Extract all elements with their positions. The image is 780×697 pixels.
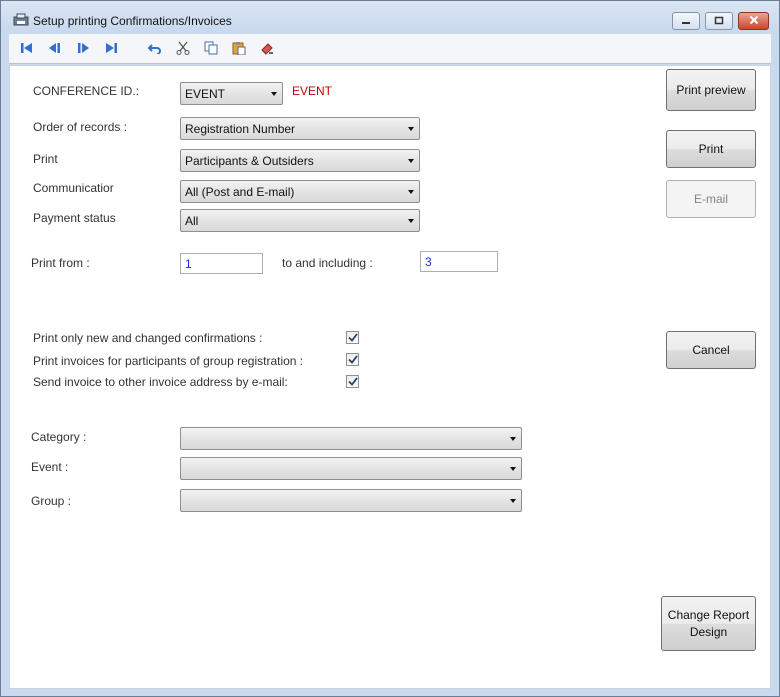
order-of-records-value: Registration Number	[185, 122, 296, 136]
change-report-design-button[interactable]: Change Report Design	[661, 596, 756, 651]
print-button[interactable]: Print	[666, 130, 756, 168]
first-record-icon	[20, 42, 34, 57]
chevron-down-icon	[510, 467, 516, 471]
paste-button[interactable]	[231, 41, 247, 57]
paste-icon	[232, 41, 246, 58]
checkmark-icon	[347, 353, 358, 367]
chevron-down-icon	[408, 127, 414, 131]
communication-value: All (Post and E-mail)	[185, 185, 295, 199]
payment-status-value: All	[185, 214, 199, 228]
checkmark-icon	[347, 375, 358, 389]
first-record-button[interactable]	[19, 41, 35, 57]
order-of-records-select[interactable]: Registration Number	[180, 117, 420, 140]
cut-button[interactable]	[175, 41, 191, 57]
group-select[interactable]	[180, 489, 522, 512]
previous-record-icon	[48, 42, 62, 57]
cut-icon	[176, 41, 190, 58]
checkbox-new-changed-label: Print only new and changed confirmations…	[33, 331, 263, 345]
to-including-label: to and including :	[282, 256, 373, 270]
dialog-window: Setup printing Confirmations/Invoices CO…	[0, 0, 780, 697]
minimize-icon	[681, 14, 691, 28]
form-area: CONFERENCE ID.: EVENT EVENT Order of rec…	[9, 65, 771, 689]
print-select[interactable]: Participants & Outsiders	[180, 149, 420, 172]
checkbox-email-invoice-label: Send invoice to other invoice address by…	[33, 375, 288, 389]
checkbox-group-invoices-label: Print invoices for participants of group…	[33, 354, 304, 368]
communication-label: Communicatior	[33, 181, 114, 195]
last-record-icon	[104, 42, 118, 57]
conference-id-select[interactable]: EVENT	[180, 82, 283, 105]
print-from-label: Print from :	[31, 256, 90, 270]
group-label: Group :	[31, 494, 72, 508]
last-record-button[interactable]	[103, 41, 119, 57]
eraser-icon	[260, 41, 274, 58]
minimize-button[interactable]	[672, 12, 700, 30]
chevron-down-icon	[510, 499, 516, 503]
to-including-input[interactable]: 3	[420, 251, 498, 272]
undo-button[interactable]	[147, 41, 163, 57]
checkmark-icon	[347, 331, 358, 345]
email-button[interactable]: E-mail	[666, 180, 756, 218]
event-select[interactable]	[180, 457, 522, 480]
eraser-button[interactable]	[259, 41, 275, 57]
category-select[interactable]	[180, 427, 522, 450]
copy-icon	[204, 41, 218, 58]
conference-id-display: EVENT	[292, 84, 333, 98]
order-of-records-label: Order of records :	[33, 120, 128, 134]
toolbar	[9, 34, 771, 64]
title-bar[interactable]: Setup printing Confirmations/Invoices	[1, 1, 779, 33]
print-preview-button[interactable]: Print preview	[666, 69, 756, 111]
conference-id-value: EVENT	[185, 87, 226, 101]
maximize-icon	[714, 14, 724, 28]
chevron-down-icon	[408, 159, 414, 163]
maximize-button[interactable]	[705, 12, 733, 30]
previous-record-button[interactable]	[47, 41, 63, 57]
event-label: Event :	[31, 460, 69, 474]
category-label: Category :	[31, 430, 87, 444]
conference-id-label: CONFERENCE ID.:	[33, 84, 140, 98]
checkbox-new-changed[interactable]	[346, 331, 359, 344]
payment-status-label: Payment status	[33, 211, 116, 225]
copy-button[interactable]	[203, 41, 219, 57]
payment-status-select[interactable]: All	[180, 209, 420, 232]
print-label: Print	[33, 152, 58, 166]
chevron-down-icon	[408, 190, 414, 194]
checkbox-email-invoice[interactable]	[346, 375, 359, 388]
print-value: Participants & Outsiders	[185, 154, 314, 168]
next-record-button[interactable]	[75, 41, 91, 57]
next-record-icon	[76, 42, 90, 57]
chevron-down-icon	[271, 92, 277, 96]
close-button[interactable]	[738, 12, 769, 30]
chevron-down-icon	[408, 219, 414, 223]
window-title: Setup printing Confirmations/Invoices	[33, 14, 232, 28]
checkbox-group-invoices[interactable]	[346, 353, 359, 366]
undo-icon	[147, 42, 162, 57]
app-icon	[13, 13, 29, 26]
close-icon	[749, 14, 759, 28]
communication-select[interactable]: All (Post and E-mail)	[180, 180, 420, 203]
cancel-button[interactable]: Cancel	[666, 331, 756, 369]
chevron-down-icon	[510, 437, 516, 441]
print-from-input[interactable]: 1	[180, 253, 263, 274]
